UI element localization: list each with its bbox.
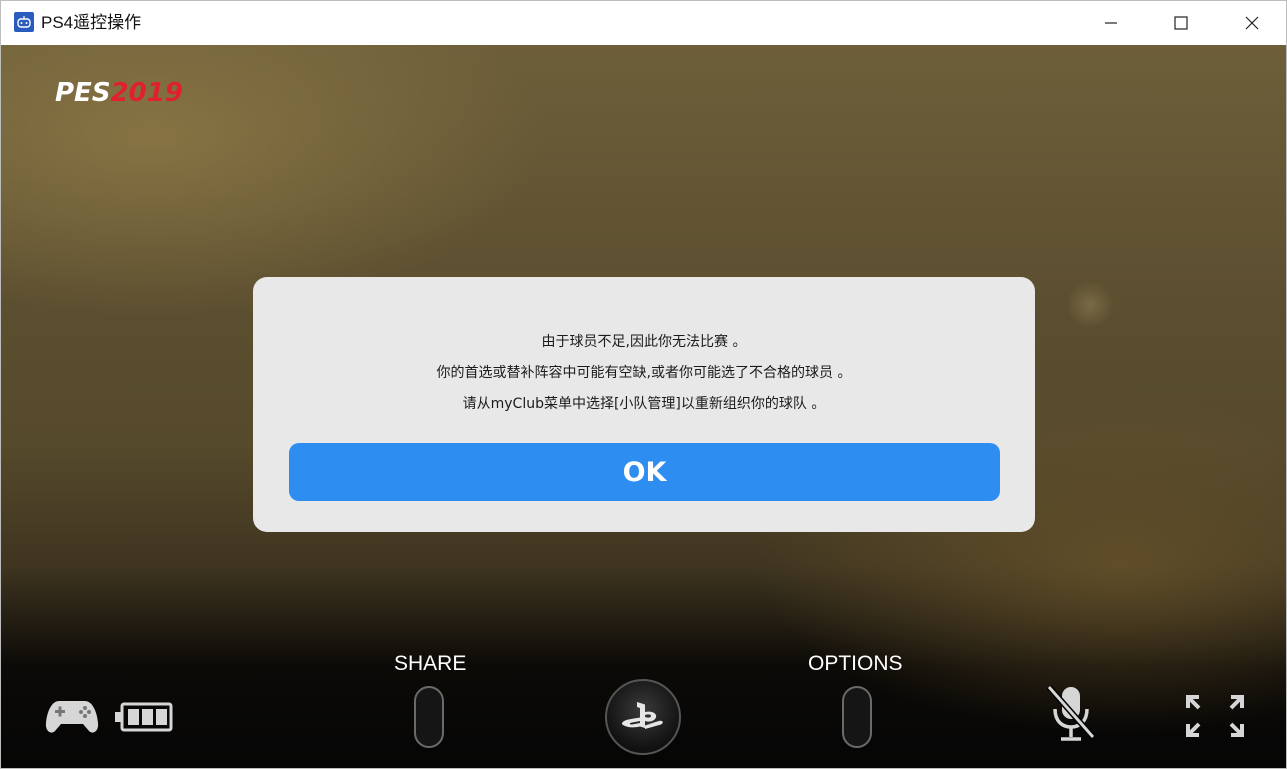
dialog-message-line-3: 请从myClub菜单中选择[小队管理]以重新组织你的球队 。 xyxy=(462,396,826,412)
dialog-message-line-1: 由于球员不足,因此你无法比赛 。 xyxy=(541,334,747,350)
gamepad-icon[interactable] xyxy=(45,697,99,741)
app-window: PS4遥控操作 PES2019 由于球员不足,因此你无法比赛 。 你的首选或替补… xyxy=(0,0,1287,769)
options-button[interactable] xyxy=(842,686,872,748)
logo-pes: PES xyxy=(55,78,111,108)
error-dialog: 由于球员不足,因此你无法比赛 。 你的首选或替补阵容中可能有空缺,或者你可能选了… xyxy=(253,277,1035,532)
battery-icon xyxy=(115,701,173,737)
close-icon xyxy=(1245,16,1259,30)
close-button[interactable] xyxy=(1220,1,1284,45)
share-button[interactable] xyxy=(414,686,444,748)
playstation-button[interactable] xyxy=(605,679,681,755)
background-light xyxy=(1066,281,1114,329)
playstation-icon xyxy=(621,702,663,729)
dialog-message-line-2: 你的首选或替补阵容中可能有空缺,或者你可能选了不合格的球员 。 xyxy=(436,365,852,381)
maximize-button[interactable] xyxy=(1149,1,1213,45)
ok-button[interactable]: OK xyxy=(289,443,1000,501)
logo-year: 2019 xyxy=(110,78,183,108)
window-title: PS4遥控操作 xyxy=(41,13,142,32)
maximize-icon xyxy=(1174,16,1188,30)
fullscreen-icon[interactable] xyxy=(1185,694,1245,742)
game-logo: PES2019 xyxy=(55,78,183,108)
minimize-icon xyxy=(1105,22,1117,24)
minimize-button[interactable] xyxy=(1079,1,1143,45)
share-label: SHARE xyxy=(394,652,467,675)
ps4-remote-icon xyxy=(14,12,34,32)
mic-muted-icon[interactable] xyxy=(1046,685,1096,747)
title-bar: PS4遥控操作 xyxy=(1,1,1286,45)
game-stream[interactable]: PES2019 由于球员不足,因此你无法比赛 。 你的首选或替补阵容中可能有空缺… xyxy=(1,45,1286,768)
options-label: OPTIONS xyxy=(808,652,903,675)
